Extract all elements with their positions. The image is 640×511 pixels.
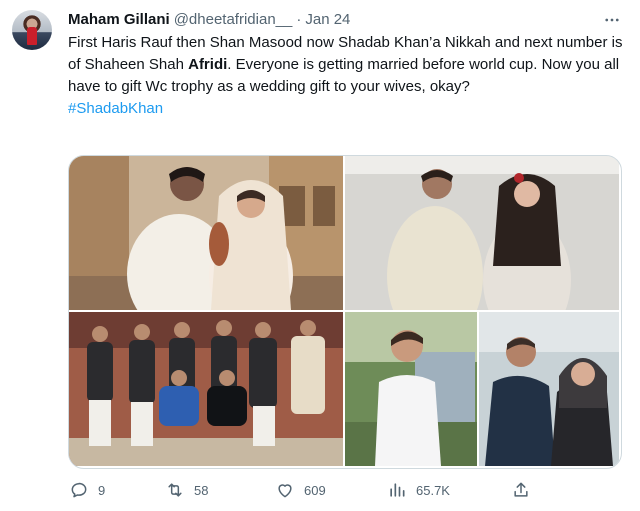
avatar[interactable]	[12, 10, 52, 50]
like-icon	[274, 479, 296, 501]
views-count: 65.7K	[416, 482, 450, 498]
tweet-text: First Haris Rauf then Shan Masood now Sh…	[68, 32, 628, 120]
photo-group[interactable]	[69, 312, 343, 466]
tweet-header: Maham Gillani @dheetafridian__ · Jan 24	[68, 9, 350, 29]
retweet-count: 58	[194, 482, 209, 498]
retweet-icon	[164, 479, 186, 501]
reply-icon	[68, 479, 90, 501]
views-icon	[386, 479, 408, 501]
reply-button[interactable]: 9	[68, 477, 105, 503]
photo-portraits[interactable]	[345, 312, 619, 466]
author-name[interactable]: Maham Gillani	[68, 11, 170, 28]
share-icon	[510, 479, 532, 501]
photo-couple-indoor[interactable]	[69, 156, 343, 310]
separator: ·	[296, 10, 302, 28]
tweet[interactable]: Maham Gillani @dheetafridian__ · Jan 24 …	[0, 0, 640, 511]
more-icon[interactable]	[602, 10, 622, 30]
tweet-text-bold: Afridi	[188, 56, 228, 73]
media-grid	[68, 155, 622, 469]
views-button[interactable]: 65.7K	[386, 477, 450, 503]
tweet-date[interactable]: Jan 24	[305, 11, 350, 28]
like-button[interactable]: 609	[274, 477, 326, 503]
share-button[interactable]	[510, 477, 532, 503]
author-handle[interactable]: @dheetafridian__	[174, 11, 293, 28]
reply-count: 9	[98, 482, 106, 498]
photo-couple-wall[interactable]	[345, 156, 619, 310]
action-bar: 9 58 609 65.7K	[60, 477, 560, 503]
like-count: 609	[304, 482, 326, 498]
retweet-button[interactable]: 58	[164, 477, 208, 503]
hashtag-link[interactable]: #ShadabKhan	[68, 100, 163, 117]
